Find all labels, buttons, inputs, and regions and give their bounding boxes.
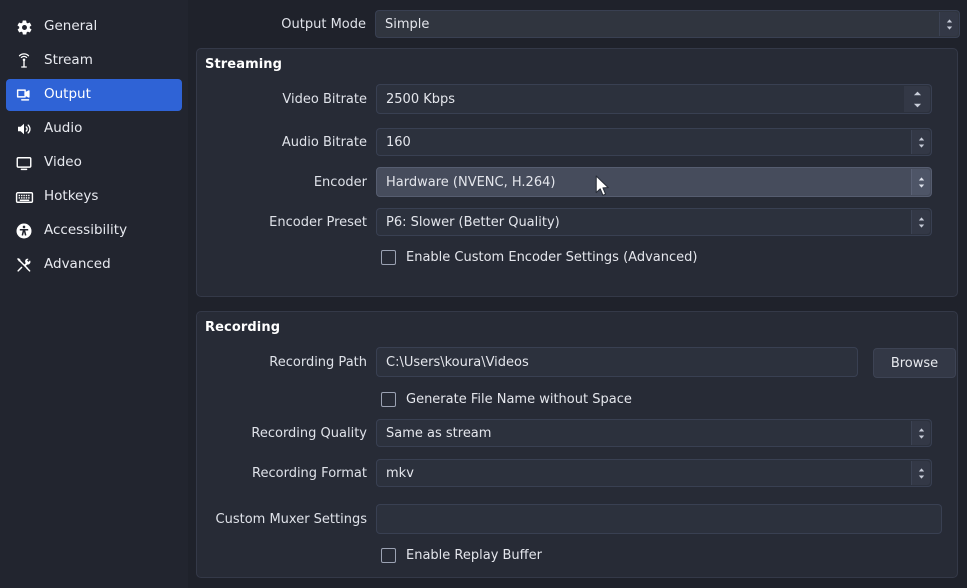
chevron-updown-icon[interactable] (911, 421, 930, 445)
encoder-preset-combobox[interactable]: P6: Slower (Better Quality) (376, 208, 932, 236)
sidebar-item-label: Output (44, 88, 91, 103)
settings-sidebar: General Stream Output (0, 0, 188, 588)
encoder-preset-value: P6: Slower (Better Quality) (377, 215, 560, 230)
gear-icon (14, 17, 34, 37)
sidebar-item-label: Advanced (44, 258, 111, 273)
recording-quality-value: Same as stream (377, 426, 491, 441)
recording-quality-row: Recording Quality Same as stream (197, 419, 959, 447)
video-bitrate-value: 2500 Kbps (377, 92, 455, 107)
browse-button-label: Browse (891, 356, 938, 371)
sidebar-item-advanced[interactable]: Advanced (6, 249, 182, 281)
recording-format-row: Recording Format mkv (197, 459, 959, 487)
replay-buffer-checkbox-row[interactable]: Enable Replay Buffer (381, 545, 542, 565)
audio-bitrate-row: Audio Bitrate 160 (197, 128, 959, 156)
streaming-group-title: Streaming (205, 57, 282, 72)
chevron-updown-icon[interactable] (939, 12, 958, 36)
output-mode-combobox[interactable]: Simple (375, 10, 960, 38)
custom-encoder-settings-checkbox-row[interactable]: Enable Custom Encoder Settings (Advanced… (381, 247, 697, 267)
sidebar-item-label: Audio (44, 122, 82, 137)
recording-format-value: mkv (377, 466, 414, 481)
generate-filename-no-space-checkbox[interactable] (381, 392, 396, 407)
sidebar-item-accessibility[interactable]: Accessibility (6, 215, 182, 247)
output-screen-icon (14, 85, 34, 105)
recording-format-label: Recording Format (197, 466, 376, 481)
custom-muxer-input[interactable] (376, 504, 942, 534)
accessibility-icon (14, 221, 34, 241)
sidebar-item-output[interactable]: Output (6, 79, 182, 111)
sidebar-item-label: Accessibility (44, 224, 127, 239)
sidebar-item-video[interactable]: Video (6, 147, 182, 179)
spinner-arrows-icon[interactable] (904, 86, 930, 112)
tools-icon (14, 255, 34, 275)
chevron-updown-icon[interactable] (911, 169, 930, 195)
output-mode-row: Output Mode Simple (188, 9, 967, 39)
encoder-value: Hardware (NVENC, H.264) (377, 175, 555, 190)
chevron-updown-icon[interactable] (911, 461, 930, 485)
sidebar-item-stream[interactable]: Stream (6, 45, 182, 77)
recording-path-input[interactable]: C:\Users\koura\Videos (376, 347, 858, 377)
custom-encoder-settings-label: Enable Custom Encoder Settings (Advanced… (406, 250, 697, 265)
recording-group-title: Recording (205, 320, 280, 335)
generate-filename-no-space-label: Generate File Name without Space (406, 392, 632, 407)
custom-muxer-row: Custom Muxer Settings (197, 504, 959, 534)
encoder-combobox[interactable]: Hardware (NVENC, H.264) (376, 167, 932, 197)
sidebar-item-label: Video (44, 156, 82, 171)
speaker-icon (14, 119, 34, 139)
recording-path-row: Recording Path C:\Users\koura\Videos Bro… (197, 348, 959, 376)
keyboard-icon (14, 187, 34, 207)
generate-filename-no-space-checkbox-row[interactable]: Generate File Name without Space (381, 389, 632, 409)
replay-buffer-checkbox[interactable] (381, 548, 396, 563)
video-bitrate-spinbox[interactable]: 2500 Kbps (376, 84, 932, 114)
encoder-preset-row: Encoder Preset P6: Slower (Better Qualit… (197, 208, 959, 236)
encoder-label: Encoder (197, 175, 376, 190)
audio-bitrate-combobox[interactable]: 160 (376, 128, 932, 156)
output-settings-pane: Output Mode Simple Streaming Video Bitra… (188, 0, 967, 588)
chevron-updown-icon[interactable] (911, 210, 930, 234)
sidebar-item-label: Stream (44, 54, 93, 69)
sidebar-item-label: General (44, 20, 97, 35)
output-mode-value: Simple (376, 17, 429, 32)
encoder-row: Encoder Hardware (NVENC, H.264) (197, 168, 959, 196)
monitor-icon (14, 153, 34, 173)
recording-quality-combobox[interactable]: Same as stream (376, 419, 932, 447)
audio-bitrate-label: Audio Bitrate (197, 135, 376, 150)
custom-muxer-label: Custom Muxer Settings (197, 512, 376, 527)
output-mode-label: Output Mode (188, 17, 375, 32)
replay-buffer-label: Enable Replay Buffer (406, 548, 542, 563)
recording-format-combobox[interactable]: mkv (376, 459, 932, 487)
video-bitrate-row: Video Bitrate 2500 Kbps (197, 85, 959, 113)
recording-quality-label: Recording Quality (197, 426, 376, 441)
browse-button[interactable]: Browse (873, 348, 956, 378)
sidebar-item-hotkeys[interactable]: Hotkeys (6, 181, 182, 213)
audio-bitrate-value: 160 (377, 135, 411, 150)
sidebar-item-general[interactable]: General (6, 11, 182, 43)
custom-encoder-settings-checkbox[interactable] (381, 250, 396, 265)
recording-path-label: Recording Path (197, 355, 376, 370)
streaming-group: Streaming Video Bitrate 2500 Kbps Audio … (196, 48, 958, 297)
recording-path-value: C:\Users\koura\Videos (377, 355, 529, 370)
sidebar-item-audio[interactable]: Audio (6, 113, 182, 145)
video-bitrate-label: Video Bitrate (197, 92, 376, 107)
chevron-updown-icon[interactable] (911, 130, 930, 154)
encoder-preset-label: Encoder Preset (197, 215, 376, 230)
broadcast-icon (14, 51, 34, 71)
sidebar-item-label: Hotkeys (44, 190, 98, 205)
recording-group: Recording Recording Path C:\Users\koura\… (196, 311, 958, 578)
